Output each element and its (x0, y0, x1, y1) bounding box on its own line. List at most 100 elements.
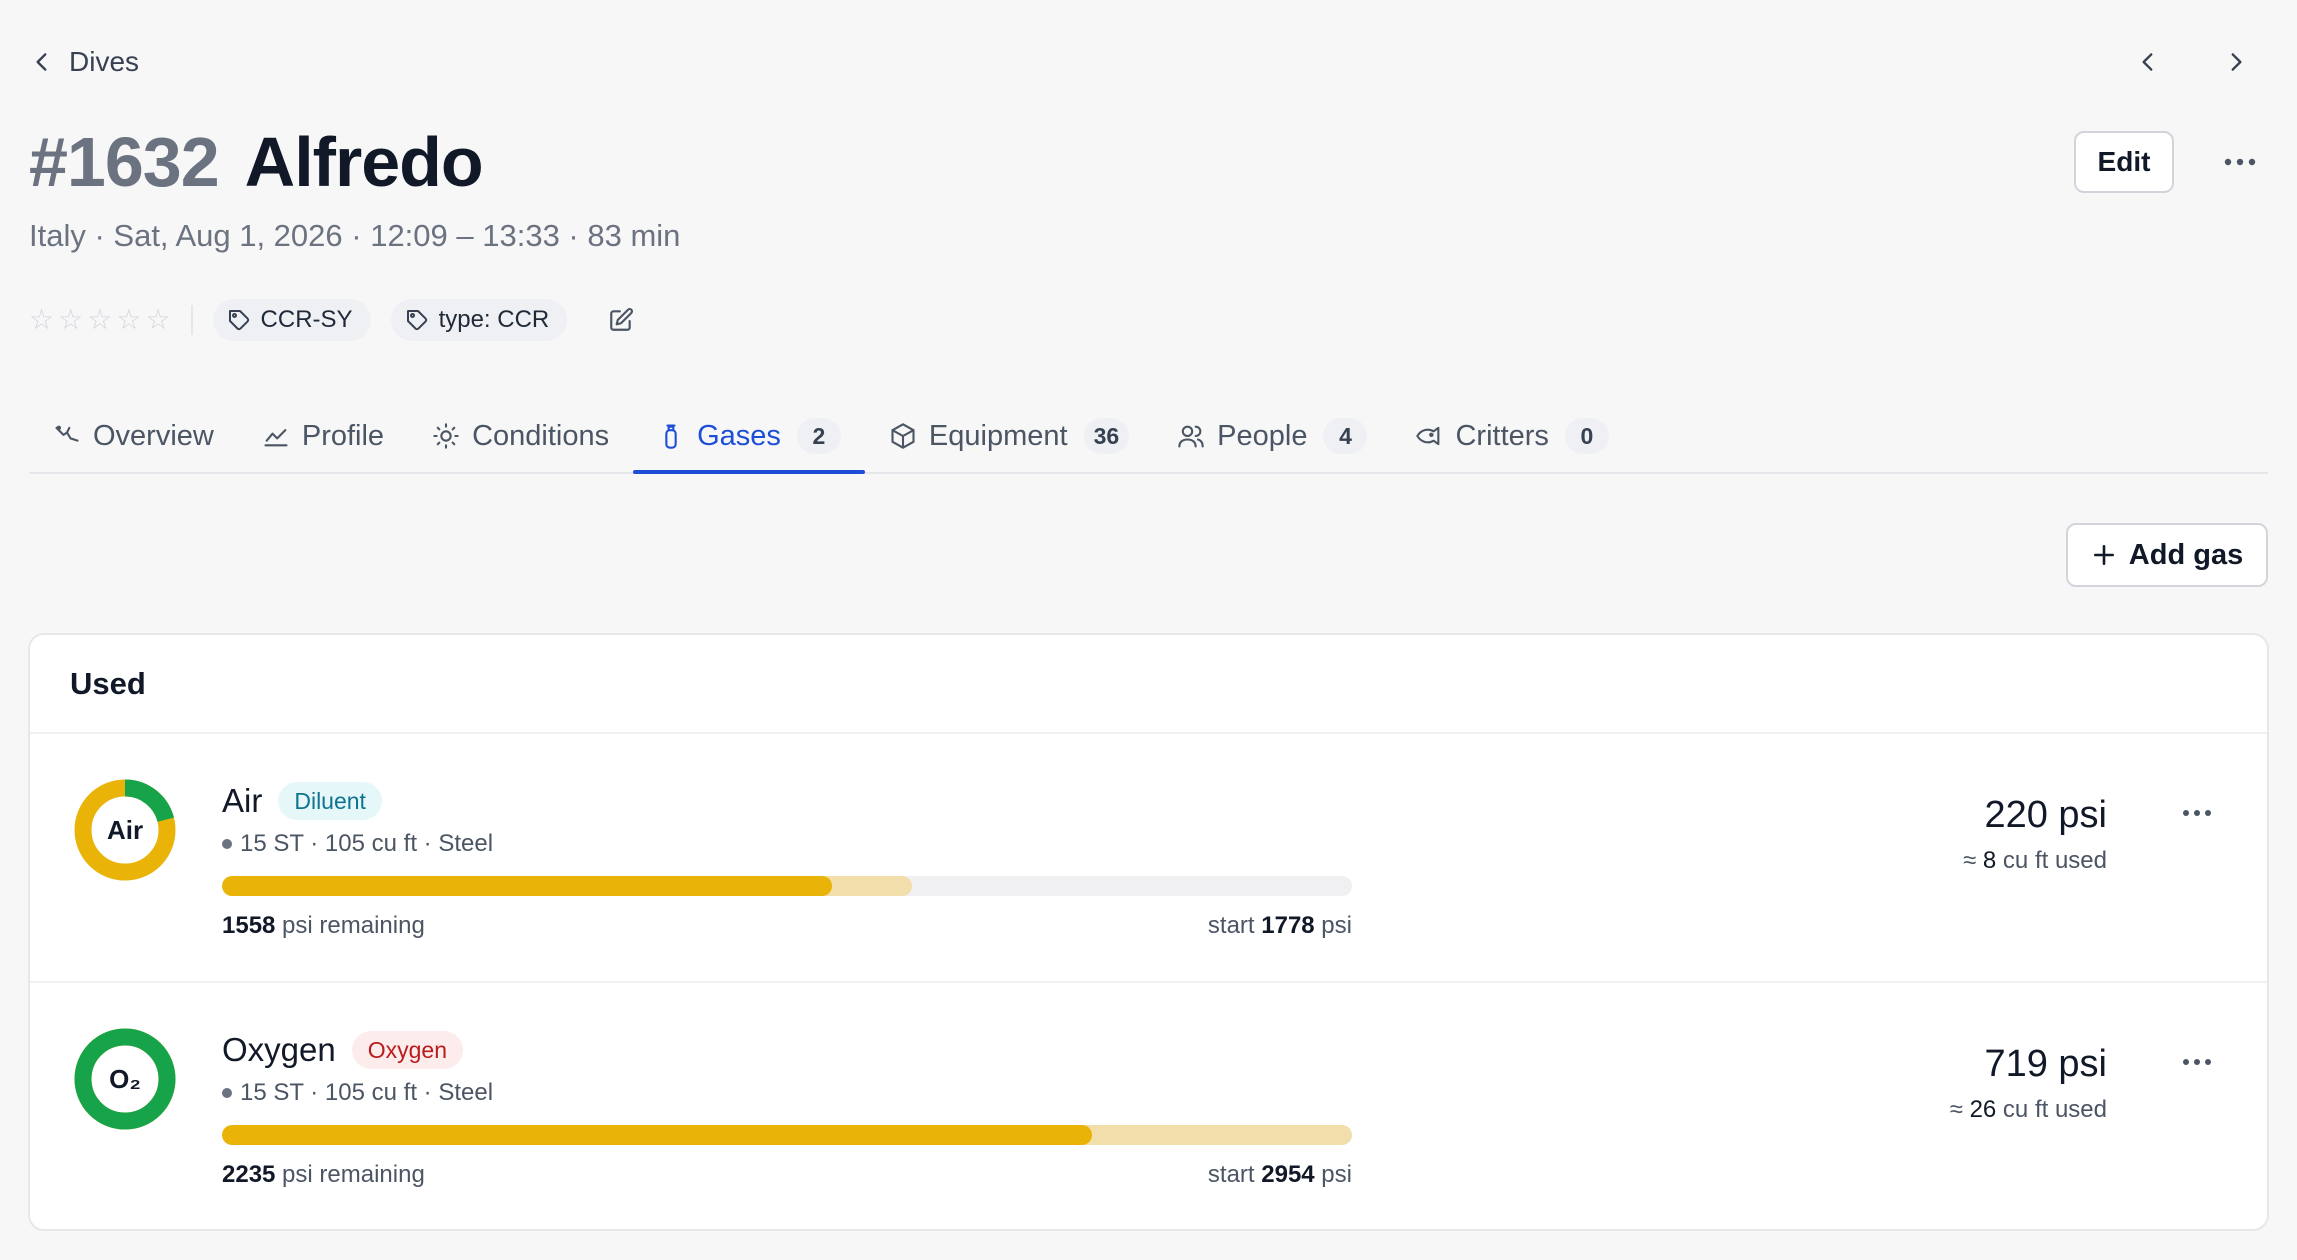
gas-row-more-button[interactable] (2177, 1047, 2217, 1077)
edit-button[interactable]: Edit (2074, 131, 2174, 193)
start-suffix: psi (1314, 912, 1352, 939)
page-title: #1632 Alfredo Edit (29, 122, 2268, 202)
tab-count-badge: 0 (1564, 418, 1609, 454)
tab-critters[interactable]: Critters 0 (1391, 400, 1632, 472)
tank-spec: 15 ST · 105 cu ft · Steel (222, 830, 493, 858)
tab-label: Conditions (472, 419, 610, 452)
top-nav: Dives (29, 40, 2268, 84)
tab-people[interactable]: People 4 (1153, 400, 1391, 472)
remaining-suffix: psi remaining (275, 1161, 425, 1188)
remaining-value: 2235 (222, 1161, 276, 1188)
used-volume-prefix: ≈ (1963, 847, 1983, 874)
remaining-value: 1558 (222, 912, 276, 939)
gas-row[interactable]: Air Air Diluent 15 ST · 105 cu ft · Steel 15… (30, 734, 2267, 983)
tab-profile[interactable]: Profile (238, 400, 408, 472)
gas-mix-ring: O₂ (73, 1027, 177, 1131)
gas-list: Air Air Diluent 15 ST · 105 cu ft · Steel 15… (30, 734, 2267, 1229)
more-actions-button[interactable] (2212, 134, 2268, 190)
star-icon[interactable]: ☆ (58, 306, 83, 334)
used-volume: ≈ 8 cu ft used (1963, 847, 2107, 875)
tank-dot-icon (222, 1088, 232, 1098)
tab-gases[interactable]: Gases 2 (633, 400, 865, 474)
edit-tags-button[interactable] (603, 302, 639, 338)
used-pressure-value: 719 (1984, 1043, 2048, 1085)
gas-ring-label: O₂ (109, 1063, 141, 1094)
used-volume-value: 8 (1982, 847, 1997, 874)
box-icon (891, 423, 915, 449)
dive-name: Alfredo (244, 123, 484, 201)
star-icon[interactable]: ☆ (116, 306, 141, 334)
used-volume: ≈ 26 cu ft used (1950, 1096, 2107, 1124)
back-to-dives-link[interactable]: Dives (29, 46, 139, 78)
used-pressure: 719 psi (1950, 1043, 2107, 1086)
used-volume-suffix: cu ft used (1996, 1096, 2107, 1123)
tab-equipment[interactable]: Equipment 36 (865, 400, 1153, 472)
back-label: Dives (69, 46, 140, 77)
tab-count-badge: 2 (796, 418, 841, 454)
star-icon[interactable]: ☆ (87, 306, 112, 334)
dive-pager (2130, 44, 2254, 80)
gas-ring-label: Air (106, 814, 144, 845)
remaining-pressure: 2235 psi remaining (222, 1161, 425, 1189)
tag-row: ☆ ☆ ☆ ☆ ☆ CCR-SY type: CCR (29, 298, 639, 342)
more-horizontal-icon (2183, 810, 2211, 816)
pressure-bar-remaining (222, 1125, 1092, 1145)
tag-label: type: CCR (438, 306, 550, 333)
tab-label: Profile (301, 419, 385, 452)
remaining-suffix: psi remaining (275, 912, 425, 939)
start-prefix: start (1207, 912, 1262, 939)
tag-icon (228, 310, 249, 331)
tank-spec-text: 15 ST · 105 cu ft · Steel (240, 1079, 494, 1106)
tab-overview[interactable]: Overview (29, 400, 238, 472)
tag-icon (406, 310, 427, 331)
chevron-right-icon (2231, 53, 2242, 71)
rating-stars[interactable]: ☆ ☆ ☆ ☆ ☆ (29, 305, 193, 335)
used-pressure-unit: psi (2058, 1043, 2107, 1085)
tag-chip[interactable]: CCR-SY (212, 299, 371, 341)
tab-count-badge: 4 (1323, 418, 1368, 454)
used-pressure-value: 220 (1984, 794, 2048, 836)
gas-name: Oxygen (222, 1031, 336, 1068)
tab-label: Equipment (928, 419, 1068, 452)
dive-number: #1632 (29, 123, 220, 201)
used-gases-card: Used Air Air Diluent 15 ST · 105 cu ft · St… (28, 633, 2269, 1231)
previous-dive-button[interactable] (2130, 44, 2166, 80)
start-suffix: psi (1314, 1161, 1352, 1188)
start-value: 2954 (1261, 1161, 1315, 1188)
next-dive-button[interactable] (2218, 44, 2254, 80)
gas-name: Air (222, 782, 263, 819)
remaining-pressure: 1558 psi remaining (222, 912, 425, 940)
tag-label: CCR-SY (260, 306, 353, 333)
gas-used-summary: 220 psi ≈ 8 cu ft used (1963, 794, 2107, 875)
title-actions: Edit (2074, 131, 2268, 193)
chevron-left-icon (2142, 53, 2153, 71)
gas-title: Oxygen Oxygen (222, 1031, 463, 1069)
tank-dot-icon (222, 839, 232, 849)
people-icon (1178, 425, 1204, 448)
more-horizontal-icon (2183, 1059, 2211, 1065)
star-icon[interactable]: ☆ (29, 306, 54, 334)
tab-label: Critters (1455, 419, 1549, 452)
gas-title: Air Diluent (222, 782, 382, 820)
more-horizontal-icon (2224, 158, 2256, 166)
tank-icon (665, 424, 677, 449)
tab-label: People (1217, 419, 1308, 452)
start-pressure: start 1778 psi (1208, 912, 1352, 940)
chart-icon (264, 429, 288, 447)
gas-row-more-button[interactable] (2177, 798, 2217, 828)
gas-role-badge: Diluent (278, 782, 382, 820)
gas-row[interactable]: O₂ Oxygen Oxygen 15 ST · 105 cu ft · Steel 2… (30, 983, 2267, 1229)
tab-conditions[interactable]: Conditions (408, 400, 633, 472)
star-icon[interactable]: ☆ (145, 306, 170, 334)
start-prefix: start (1207, 1161, 1262, 1188)
tab-count-badge: 36 (1083, 418, 1130, 454)
add-gas-button[interactable]: Add gas (2066, 523, 2268, 587)
add-gas-label: Add gas (2128, 538, 2244, 571)
chevron-left-icon (36, 53, 47, 71)
start-value: 1778 (1261, 912, 1315, 939)
used-volume-prefix: ≈ (1949, 1096, 1970, 1123)
sun-icon (433, 423, 459, 449)
tag-chip[interactable]: type: CCR (390, 299, 568, 341)
start-pressure: start 2954 psi (1208, 1161, 1352, 1189)
used-pressure: 220 psi (1963, 794, 2107, 837)
